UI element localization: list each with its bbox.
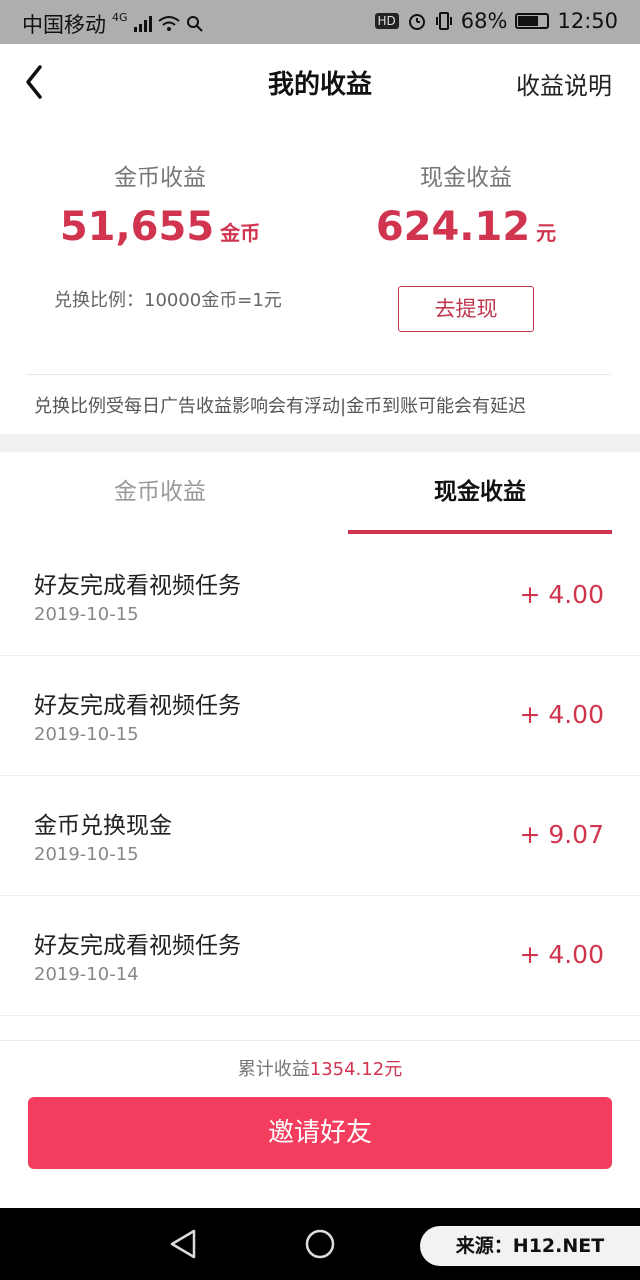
carrier-name: 中国移动 [22, 13, 106, 37]
record-amount: + 4.00 [519, 940, 604, 969]
coin-unit: 金币 [220, 221, 261, 245]
hd-icon: HD [374, 13, 399, 29]
active-tab-indicator [348, 530, 612, 534]
tab-coin-earnings[interactable]: 金币收益 [0, 452, 320, 536]
total-earnings-value: 1354.12元 [309, 1059, 403, 1080]
record-amount: + 4.00 [519, 700, 604, 729]
record-date: 2019-10-15 [34, 604, 139, 625]
signal-icon [133, 16, 152, 32]
coin-earnings-amount-wrap: 51,655 金币 [0, 204, 320, 250]
cash-earnings-summary: 现金收益 624.12 元 [306, 158, 626, 250]
search-icon [186, 16, 203, 32]
exchange-notice: 兑换比例受每日广告收益影响会有浮动|金币到账可能会有延迟 [34, 396, 527, 417]
source-watermark: 来源：H12.NET [420, 1226, 640, 1266]
total-earnings: 累计收益1354.12元 [0, 1055, 640, 1081]
status-bar: 中国移动 4G HD 68% 12:50 [0, 0, 640, 44]
record-title: 金币兑换现金 [34, 813, 172, 839]
cash-earnings-amount: 624.12 [375, 204, 531, 250]
coin-earnings-amount: 51,655 [59, 204, 215, 250]
section-gap [0, 434, 640, 452]
record-title: 好友完成看视频任务 [34, 933, 241, 959]
earnings-summary: 金币收益 51,655 金币 现金收益 624.12 元 兑换比例：10000金币=… [0, 118, 640, 434]
record-date: 2019-10-15 [34, 844, 139, 865]
list-item[interactable]: 好友完成看视频任务 2019-10-14 + 4.00 [0, 896, 640, 1016]
coin-earnings-label: 金币收益 [114, 165, 206, 191]
earnings-explanation-link[interactable]: 收益说明 [516, 66, 612, 101]
total-earnings-label: 累计收益 [237, 1059, 310, 1080]
coin-earnings-summary: 金币收益 51,655 金币 [0, 158, 320, 250]
tab-cash-earnings[interactable]: 现金收益 [320, 452, 640, 536]
earnings-tabs: 金币收益 现金收益 [0, 452, 640, 537]
exchange-ratio-text: 兑换比例：10000金币=1元 [54, 290, 282, 311]
network-type: 4G [112, 10, 128, 24]
clock: 12:50 [557, 9, 618, 33]
record-amount: + 4.00 [519, 580, 604, 609]
record-amount: + 9.07 [519, 820, 604, 849]
home-circle-icon[interactable] [302, 1226, 338, 1262]
wifi-icon [157, 16, 180, 31]
record-date: 2019-10-15 [34, 724, 139, 745]
battery-icon [515, 13, 550, 29]
record-title: 好友完成看视频任务 [34, 693, 241, 719]
earnings-record-list: 好友完成看视频任务 2019-10-15 + 4.00 好友完成看视频任务 20… [0, 536, 640, 1016]
cash-earnings-amount-wrap: 624.12 元 [306, 204, 626, 250]
invite-friends-button[interactable]: 邀请好友 [28, 1097, 612, 1169]
cash-earnings-label: 现金收益 [420, 165, 512, 191]
battery-percent: 68% [460, 9, 508, 33]
list-item[interactable]: 好友完成看视频任务 2019-10-15 + 4.00 [0, 536, 640, 656]
list-item[interactable]: 金币兑换现金 2019-10-15 + 9.07 [0, 776, 640, 896]
cash-unit: 元 [536, 221, 557, 245]
list-item[interactable]: 好友完成看视频任务 2019-10-15 + 4.00 [0, 656, 640, 776]
bottom-bar: 累计收益1354.12元 邀请好友 [0, 1040, 640, 1209]
nav-bar: 我的收益 收益说明 [0, 44, 640, 119]
back-triangle-icon[interactable] [166, 1226, 202, 1262]
divider [26, 374, 610, 375]
withdraw-button[interactable]: 去提现 [398, 286, 534, 332]
record-date: 2019-10-14 [34, 964, 139, 985]
record-title: 好友完成看视频任务 [34, 573, 241, 599]
alarm-icon [408, 14, 425, 30]
vibrate-icon [435, 12, 452, 30]
